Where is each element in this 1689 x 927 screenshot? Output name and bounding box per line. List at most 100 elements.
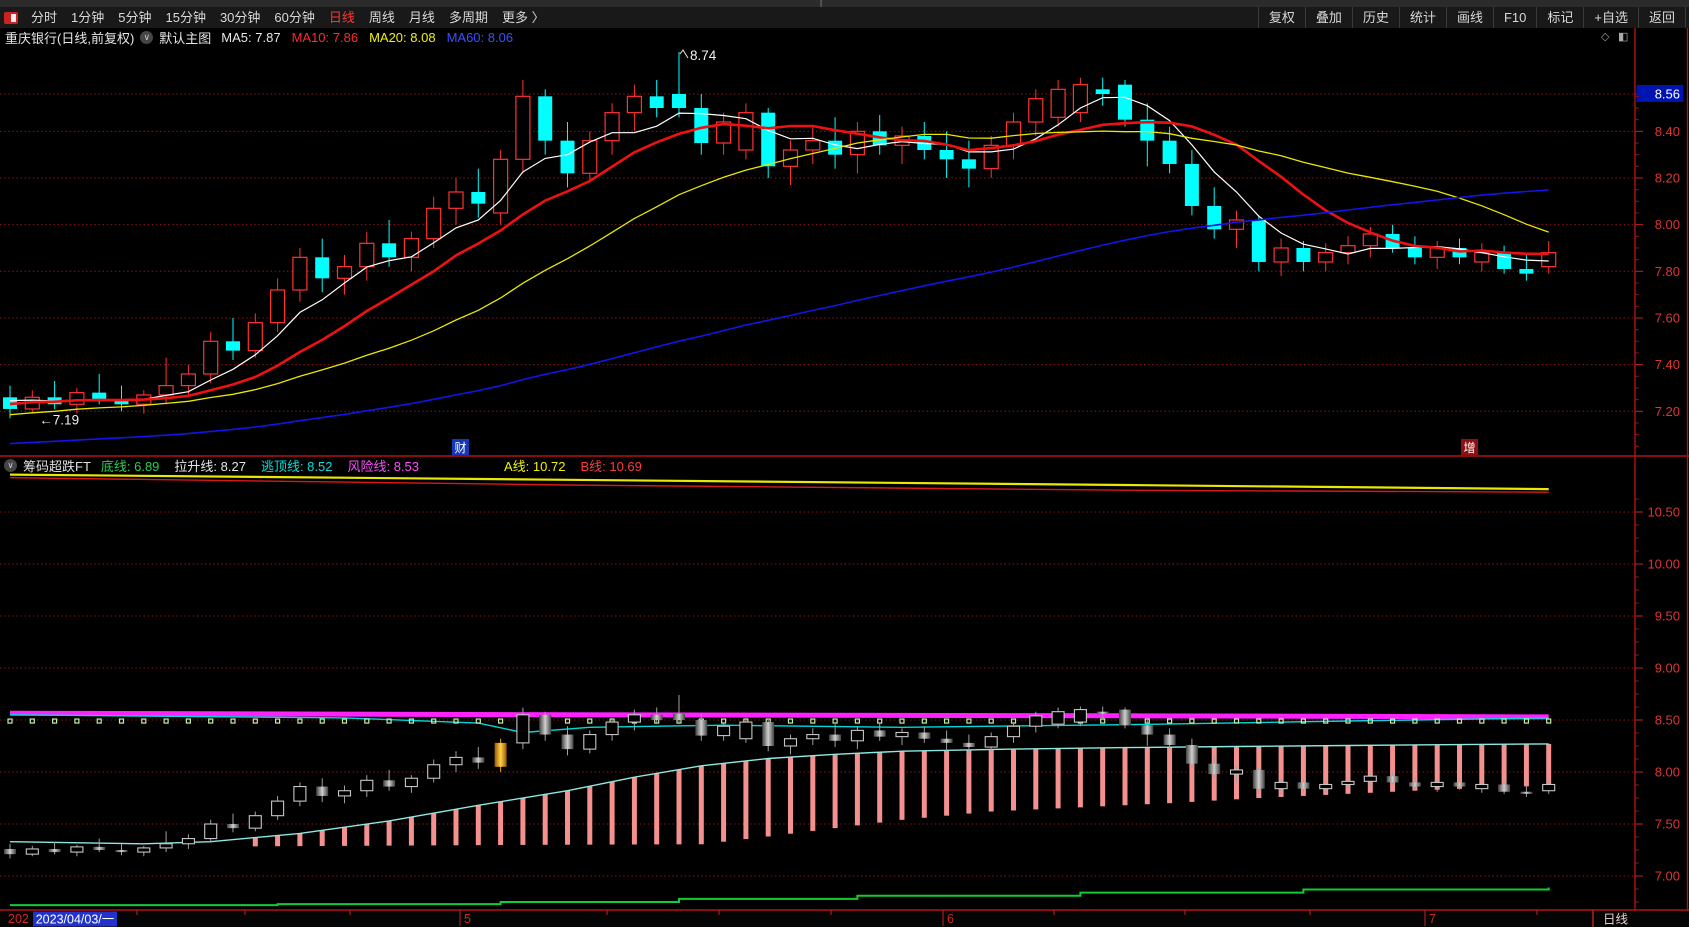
mini-candle-down — [115, 850, 128, 853]
mini-candle-up — [1341, 780, 1355, 786]
candle-up — [403, 238, 419, 258]
risk-tick-marker — [1278, 718, 1284, 724]
candle-down — [1407, 247, 1422, 258]
candle-down — [961, 159, 976, 169]
axis-label-main: 8.00 — [1655, 217, 1680, 232]
mini-candle-down — [316, 786, 329, 796]
mini-candle-up — [783, 738, 798, 747]
mini-candle-down — [1141, 725, 1154, 735]
risk-tick-marker — [1211, 718, 1217, 724]
risk-tick-marker — [1389, 718, 1396, 724]
indicator-bar — [1100, 747, 1106, 807]
candle-up — [270, 289, 286, 324]
mini-candle-up — [1229, 769, 1244, 775]
mini-candle-up — [1274, 781, 1288, 790]
candle-up — [515, 95, 531, 160]
risk-tick-marker — [1189, 718, 1195, 724]
axis-label-indicator: 7.00 — [1655, 869, 1680, 884]
candle-up — [1362, 233, 1378, 247]
candle-up — [292, 256, 308, 291]
indicator-bar — [275, 835, 281, 847]
mini-candle-down — [1520, 791, 1533, 794]
indicator-name[interactable]: 筹码超跌FT — [23, 456, 91, 475]
mini-candle-down — [1297, 782, 1310, 789]
mini-candle-up — [360, 779, 374, 792]
candle-down — [226, 341, 240, 351]
mini-candle-up — [70, 846, 84, 853]
indicator-header: ∨ 筹码超跌FT 底线: 6.89 拉升线: 8.27 逃顶线: 8.52 风险线: … — [4, 457, 657, 474]
axis-label-main: 7.40 — [1655, 357, 1680, 372]
mini-candle-down — [1208, 763, 1221, 775]
indicator-bar — [1144, 747, 1150, 805]
candle-down — [1162, 140, 1177, 164]
mini-candle-down — [1386, 776, 1399, 783]
risk-tick-marker — [1412, 718, 1418, 724]
axis-label-main: 7.60 — [1655, 310, 1680, 325]
candle-up — [448, 191, 464, 209]
risk-tick-marker — [364, 718, 370, 724]
indicator-bar — [319, 830, 325, 846]
indicator-bar — [832, 754, 838, 829]
risk-tick-marker — [943, 718, 950, 724]
ma-line-60 — [9, 189, 1549, 445]
mini-candle-down — [1119, 709, 1131, 726]
risk-tick-marker — [118, 718, 125, 724]
candle-down — [649, 96, 664, 108]
mini-candle-up — [583, 734, 597, 750]
risk-tick-marker — [1256, 718, 1262, 724]
mini-candle-down — [962, 742, 975, 748]
risk-tick-marker — [230, 718, 236, 724]
risk-tick-marker — [475, 718, 481, 724]
indicator-bar — [520, 798, 526, 845]
indicator-bar — [676, 769, 682, 845]
indicator-bar — [431, 813, 437, 846]
indicator-value-3: 风险线: 8.53 — [347, 459, 420, 474]
indicator-bar — [966, 749, 972, 814]
candle-up — [203, 340, 219, 375]
risk-tick-marker — [1501, 718, 1507, 724]
indicator-chevron-down-icon[interactable]: ∨ — [4, 459, 17, 472]
candle-down — [1519, 268, 1534, 274]
mini-candle-down — [1408, 782, 1421, 787]
candle-down — [471, 191, 486, 204]
indicator-bar — [453, 809, 459, 846]
risk-tick-marker — [1166, 718, 1173, 724]
axis-label-indicator: 9.50 — [1655, 609, 1680, 624]
risk-tick-marker — [208, 718, 214, 724]
axis-label-main: 7.80 — [1655, 264, 1680, 279]
indicator-bar — [765, 758, 771, 837]
period-label[interactable]: 日线 — [1603, 913, 1629, 927]
risk-tick-marker — [386, 718, 392, 724]
news-marker-label: 财 — [454, 441, 466, 455]
mini-candle-down — [383, 780, 396, 787]
mini-candle-up — [739, 721, 753, 740]
risk-tick-marker — [966, 718, 972, 724]
indicator-bar — [587, 786, 593, 845]
candle-up — [158, 385, 174, 396]
mini-candle-up — [449, 756, 463, 766]
mini-candle-up — [271, 800, 285, 817]
indicator-bar — [810, 755, 816, 831]
mini-candle-down — [472, 757, 485, 763]
indicator-values-right: A线: 10.72 B线: 10.69 — [504, 456, 657, 475]
mini-candle-up — [1029, 715, 1043, 727]
candle-down — [92, 392, 107, 400]
risk-tick-marker — [810, 718, 816, 724]
mini-candle-down — [4, 848, 16, 855]
indicator-value-1: 拉升线: 8.27 — [174, 459, 246, 474]
mini-candle-up — [984, 736, 998, 748]
risk-tick-marker — [498, 718, 504, 724]
indicator-bar — [988, 749, 994, 812]
candle-up — [626, 95, 643, 114]
mini-candle-up — [806, 734, 820, 740]
ma-line-5 — [9, 96, 1549, 402]
candle-up — [582, 140, 598, 174]
mini-candle-down — [1252, 769, 1265, 789]
mini-candle-up — [181, 838, 195, 845]
indicator-value-0: 底线: 6.89 — [100, 459, 160, 474]
indicator-bar — [252, 837, 258, 847]
indicator-bar — [877, 752, 883, 823]
candle-up — [247, 322, 263, 352]
b-line — [9, 477, 1549, 493]
candle-up — [1340, 245, 1356, 254]
